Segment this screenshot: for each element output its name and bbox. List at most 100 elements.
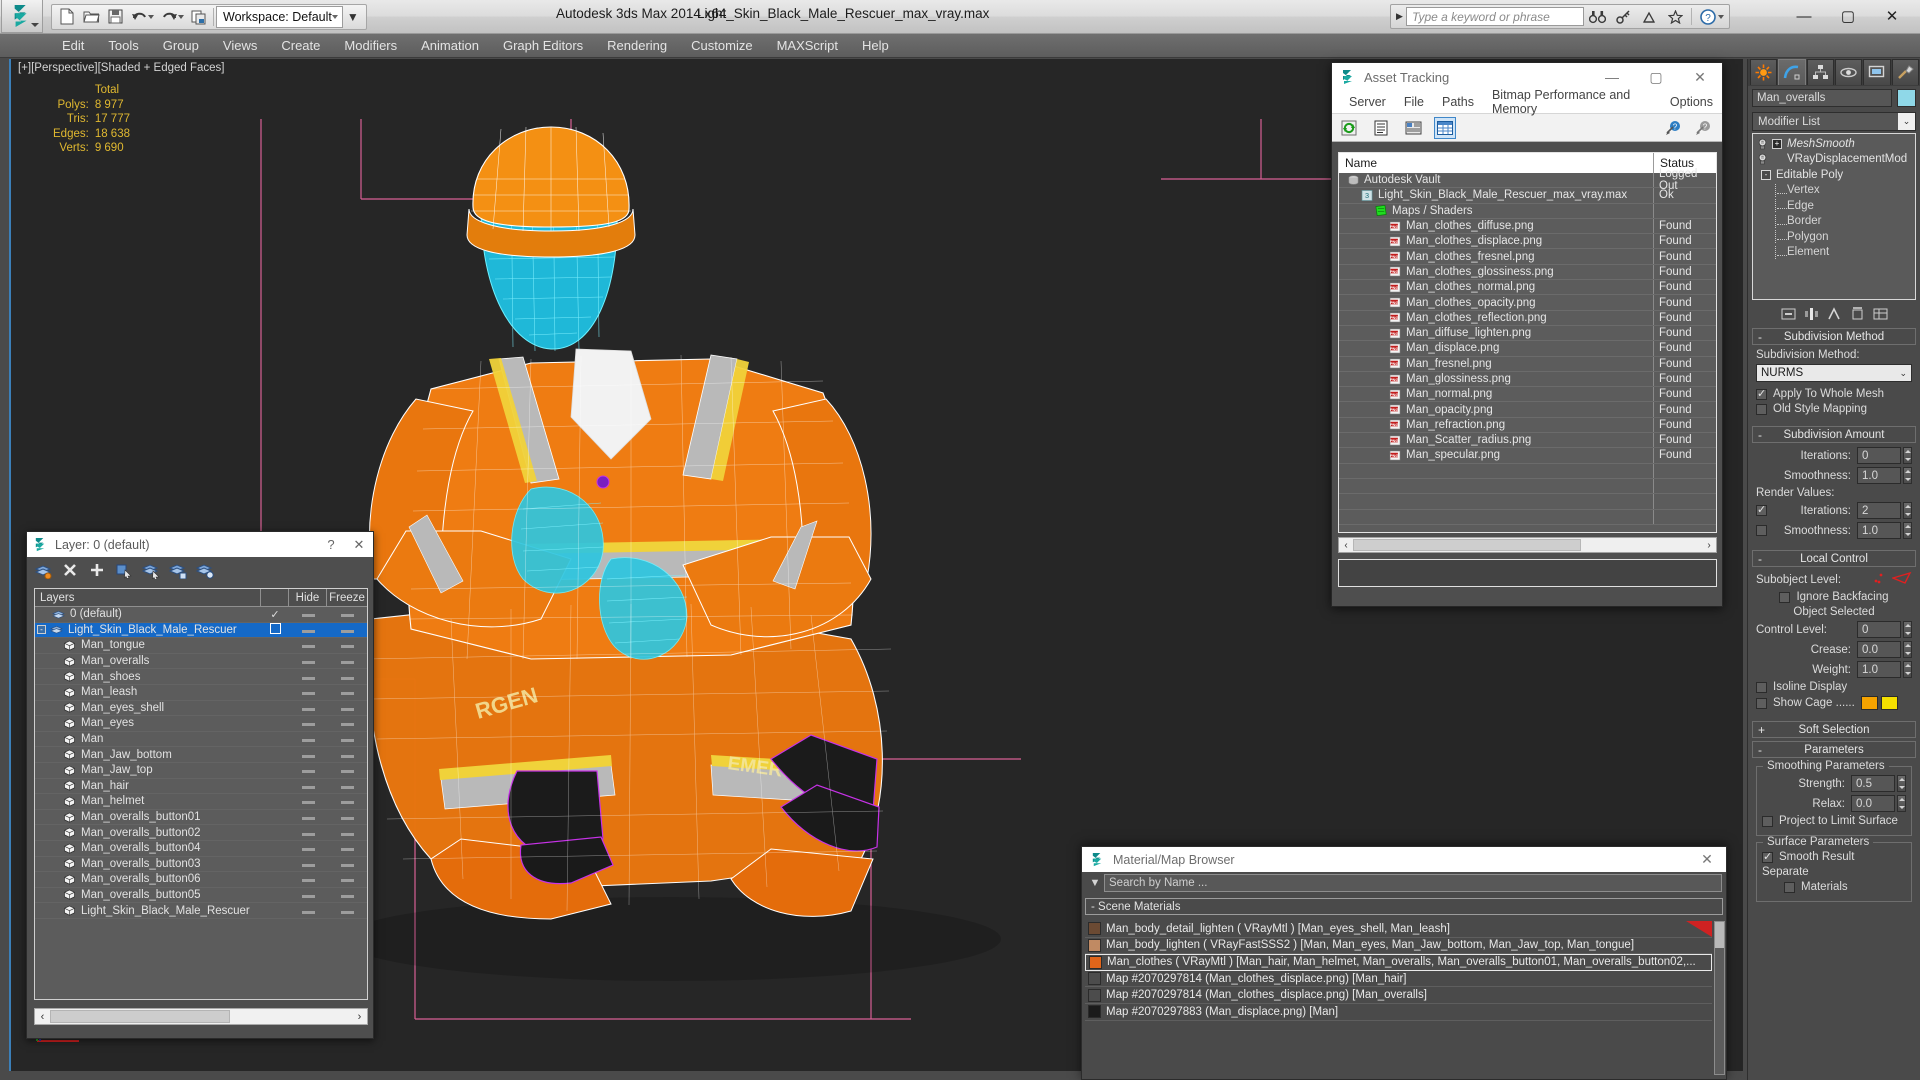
asset-menu-bitmap-performance[interactable]: Bitmap Performance and Memory [1483, 88, 1661, 116]
asset-row[interactable]: PNG Man_fresnel.png Found [1339, 356, 1716, 372]
asset-row[interactable]: 3 Light_Skin_Black_Male_Rescuer_max_vray.… [1339, 188, 1716, 204]
layer-hide-cell[interactable] [289, 671, 327, 683]
layer-row[interactable]: Man_Jaw_top [35, 763, 367, 779]
layer-row[interactable]: Man_overalls_button05 [35, 888, 367, 904]
layer-hide-cell[interactable] [289, 717, 327, 729]
show-end-result-icon[interactable] [1803, 306, 1820, 322]
ignore-backfacing-checkbox[interactable] [1779, 591, 1791, 603]
materials-row[interactable]: Materials [1762, 881, 1906, 893]
layer-hide-cell[interactable] [289, 780, 327, 792]
object-name-field[interactable]: Man_overalls [1752, 89, 1892, 107]
asset-row[interactable]: PNG Man_diffuse_lighten.png Found [1339, 325, 1716, 342]
menu-customize[interactable]: Customize [679, 34, 764, 57]
delete-layer-icon[interactable] [60, 561, 79, 580]
asset-minimize-button[interactable]: — [1590, 63, 1634, 91]
render-smoothness-checkbox[interactable] [1756, 525, 1767, 536]
cage-color-swatch-1[interactable] [1860, 696, 1878, 710]
asset-menu-file[interactable]: File [1395, 95, 1433, 109]
scroll-left-icon[interactable]: ‹ [1339, 540, 1353, 551]
details-view-icon[interactable] [1402, 117, 1424, 139]
subdivision-method-header[interactable]: - Subdivision Method [1752, 328, 1916, 345]
asset-row[interactable]: PNG Man_clothes_normal.png Found [1339, 280, 1716, 296]
menu-tools[interactable]: Tools [96, 34, 150, 57]
layer-hide-cell[interactable] [289, 733, 327, 745]
save-file-button[interactable] [103, 6, 127, 28]
layer-freeze-cell[interactable] [327, 686, 367, 698]
smoothness-spinner[interactable] [1903, 467, 1912, 484]
maximize-button[interactable]: ▢ [1826, 2, 1870, 30]
layer-hide-cell[interactable] [289, 842, 327, 854]
layer-freeze-cell[interactable] [327, 858, 367, 870]
layer-hide-cell[interactable] [289, 889, 327, 901]
material-row[interactable]: Map #2070297883 (Man_displace.png) [Man] [1085, 1004, 1712, 1021]
render-smoothness-field[interactable]: 1.0 [1857, 522, 1901, 539]
asset-row[interactable]: Autodesk Vault Logged Out [1339, 168, 1716, 192]
search-input[interactable]: Type a keyword or phrase [1406, 7, 1584, 26]
old-style-mapping-checkbox[interactable] [1756, 403, 1767, 415]
expand-icon[interactable]: + [1772, 138, 1782, 149]
minimize-button[interactable]: — [1782, 2, 1826, 30]
layer-row[interactable]: Man_overalls_button03 [35, 857, 367, 873]
ignore-backfacing-row[interactable]: Ignore Backfacing [1756, 591, 1912, 603]
smoothness-field[interactable]: 1.0 [1857, 467, 1901, 484]
isoline-display-row[interactable]: Isoline Display [1756, 681, 1912, 693]
configure-modifier-sets-icon[interactable] [1872, 306, 1889, 322]
layer-freeze-cell[interactable] [327, 671, 367, 683]
layer-row[interactable]: Man [35, 732, 367, 748]
project-limit-checkbox[interactable] [1762, 815, 1773, 827]
layer-row[interactable]: 0 (default) ✓ [35, 607, 367, 623]
layer-dialog-help-button[interactable]: ? [317, 537, 345, 553]
relax-spinner[interactable] [1897, 795, 1906, 812]
star-icon[interactable] [1662, 6, 1688, 28]
object-color-swatch[interactable] [1897, 89, 1916, 107]
material-rows-container[interactable]: Man_body_detail_lighten ( VRayMtl ) [Man… [1085, 921, 1712, 1075]
menu-edit[interactable]: Edit [50, 34, 96, 57]
refresh-icon[interactable] [1338, 117, 1360, 139]
layer-hide-cell[interactable] [289, 624, 327, 636]
scene-materials-group-header[interactable]: - Scene Materials [1085, 898, 1723, 915]
help-new-icon[interactable]: ? [1662, 117, 1684, 139]
layer-freeze-cell[interactable] [327, 624, 367, 636]
vertex-subobject-icon[interactable] [1872, 571, 1888, 588]
control-level-field[interactable]: 0 [1857, 621, 1901, 638]
apply-whole-mesh-checkbox[interactable] [1756, 387, 1767, 400]
asset-row[interactable]: PNG Man_clothes_glossiness.png Found [1339, 264, 1716, 281]
layer-row[interactable]: Man_shoes [35, 669, 367, 685]
layer-list[interactable]: Layers Hide Freeze 0 (default) ✓ - Light_Sk… [34, 588, 368, 1000]
undo-dropdown-caret-icon[interactable] [148, 14, 154, 19]
application-menu-button[interactable] [1, 0, 43, 33]
scroll-left-icon[interactable]: ‹ [35, 1011, 50, 1023]
layer-hide-cell[interactable] [289, 764, 327, 776]
materials-checkbox[interactable] [1784, 881, 1795, 893]
layer-freeze-cell[interactable] [327, 717, 367, 729]
material-search-input[interactable]: Search by Name ... [1104, 874, 1722, 892]
scroll-right-icon[interactable]: › [352, 1011, 367, 1023]
close-button[interactable]: ✕ [1870, 2, 1914, 30]
help-icon[interactable]: ? [1692, 117, 1714, 139]
subdivision-method-select[interactable]: NURMS ⌄ [1756, 364, 1912, 382]
smooth-result-row[interactable]: Smooth Result [1762, 850, 1906, 863]
layer-hide-cell[interactable] [289, 608, 327, 620]
asset-menu-paths[interactable]: Paths [1433, 95, 1483, 109]
scroll-thumb[interactable] [1353, 539, 1581, 551]
asset-row[interactable]: PNG Man_normal.png Found [1339, 387, 1716, 403]
layer-freeze-cell[interactable] [327, 655, 367, 667]
render-iterations-spinner[interactable] [1903, 502, 1912, 519]
scroll-thumb[interactable] [1715, 922, 1724, 948]
collapse-icon[interactable]: - [1761, 169, 1771, 180]
layer-row[interactable]: Man_tongue [35, 638, 367, 654]
layer-freeze-cell[interactable] [327, 905, 367, 917]
strength-spinner[interactable] [1897, 775, 1906, 792]
modifier-stack-row[interactable]: - Editable Poly [1753, 167, 1915, 183]
remove-modifier-icon[interactable] [1849, 306, 1866, 322]
modifier-list-dropdown[interactable]: Modifier List ⌄ [1752, 112, 1916, 131]
asset-row[interactable]: Maps / Shaders [1339, 203, 1716, 219]
make-unique-icon[interactable] [1826, 306, 1843, 322]
layer-dialog-close-button[interactable]: ✕ [345, 537, 373, 553]
layer-hide-cell[interactable] [289, 749, 327, 761]
search-expand-icon[interactable]: ▶ [1393, 11, 1406, 22]
workspace-selector[interactable]: Workspace: Default [216, 5, 343, 28]
iterations-spinner[interactable] [1903, 447, 1912, 464]
grid-view-icon[interactable] [1434, 116, 1456, 139]
open-file-button[interactable] [79, 6, 103, 28]
